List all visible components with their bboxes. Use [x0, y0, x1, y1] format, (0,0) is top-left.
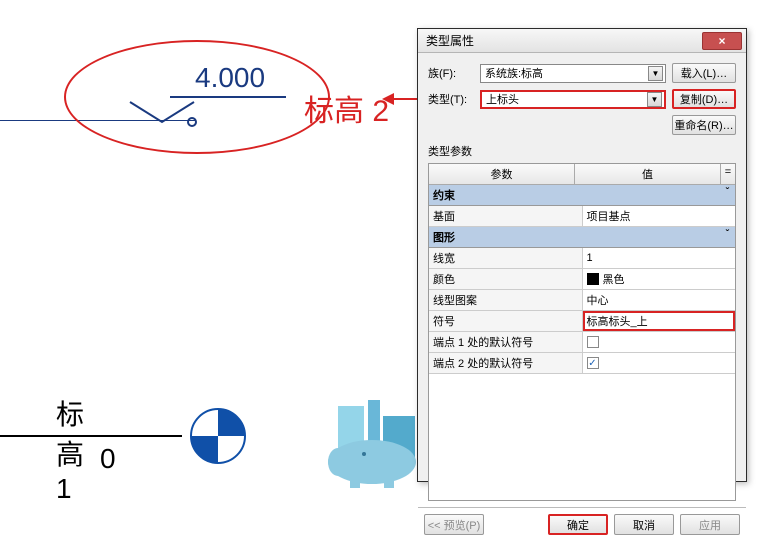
- row-label: 基面: [429, 206, 583, 226]
- header-param: 参数: [429, 164, 575, 184]
- annotation-ellipse: [64, 40, 330, 154]
- row-label: 符号: [429, 311, 583, 331]
- expand-icon: ˇ: [726, 187, 731, 203]
- table-row-base[interactable]: 基面 项目基点: [429, 206, 735, 227]
- row-label: 线宽: [429, 248, 583, 268]
- level1-marker-icon: [190, 408, 246, 469]
- type-label: 类型(T):: [428, 91, 474, 107]
- dialog-title: 类型属性: [426, 32, 702, 49]
- table-row-default2[interactable]: 端点 2 处的默认符号 ✓: [429, 353, 735, 374]
- cancel-button[interactable]: 取消: [614, 514, 674, 535]
- row-value[interactable]: 中心: [583, 290, 736, 310]
- row-value[interactable]: 黑色: [583, 269, 736, 289]
- row-value[interactable]: 标高标头_上: [583, 311, 736, 331]
- type-select[interactable]: 上标头 ▼: [480, 90, 666, 109]
- row-value[interactable]: [583, 332, 736, 352]
- table-row-default1[interactable]: 端点 1 处的默认符号: [429, 332, 735, 353]
- family-select[interactable]: 系统族:标高 ▼: [480, 64, 666, 83]
- category-graphics[interactable]: 图形 ˇ: [429, 227, 735, 248]
- header-eq: =: [721, 164, 735, 184]
- row-label: 端点 1 处的默认符号: [429, 332, 583, 352]
- close-icon: ×: [718, 34, 725, 48]
- copy-button[interactable]: 复制(D)…: [672, 89, 736, 109]
- checkbox-unchecked[interactable]: [587, 336, 599, 348]
- row-label: 端点 2 处的默认符号: [429, 353, 583, 373]
- table-row-color[interactable]: 颜色 黑色: [429, 269, 735, 290]
- rename-button[interactable]: 重命名(R)…: [672, 115, 736, 135]
- annotation-label: 标高 2: [304, 86, 389, 130]
- table-row-symbol[interactable]: 符号 标高标头_上: [429, 311, 735, 332]
- header-value: 值: [575, 164, 721, 184]
- dialog-titlebar[interactable]: 类型属性 ×: [418, 29, 746, 53]
- ok-button[interactable]: 确定: [548, 514, 608, 535]
- apply-button[interactable]: 应用: [680, 514, 740, 535]
- checkbox-checked[interactable]: ✓: [587, 357, 599, 369]
- row-label: 线型图案: [429, 290, 583, 310]
- preview-button[interactable]: << 预览(P): [424, 514, 484, 535]
- type-properties-dialog: 类型属性 × 族(F): 系统族:标高 ▼ 载入(L)… 类型(T): 上标头 …: [417, 28, 747, 482]
- level1-value: 0: [100, 443, 116, 475]
- row-value[interactable]: 1: [583, 248, 736, 268]
- color-swatch-icon: [587, 273, 599, 285]
- chevron-down-icon: ▼: [648, 66, 663, 81]
- family-label: 族(F):: [428, 65, 474, 81]
- color-name: 黑色: [603, 271, 625, 287]
- close-button[interactable]: ×: [702, 32, 742, 50]
- row-value[interactable]: 项目基点: [583, 206, 736, 226]
- table-row-lineweight[interactable]: 线宽 1: [429, 248, 735, 269]
- table-empty-area: [429, 374, 735, 500]
- type-value: 上标头: [486, 91, 519, 107]
- category-graphics-label: 图形: [433, 229, 455, 245]
- dialog-footer: << 预览(P) 确定 取消 应用: [418, 507, 746, 541]
- param-header: 参数 值 =: [429, 164, 735, 185]
- row-value[interactable]: ✓: [583, 353, 736, 373]
- expand-icon: ˇ: [726, 229, 731, 245]
- table-row-pattern[interactable]: 线型图案 中心: [429, 290, 735, 311]
- section-label: 类型参数: [428, 143, 736, 159]
- chevron-down-icon: ▼: [647, 92, 662, 107]
- family-value: 系统族:标高: [485, 65, 543, 81]
- category-constraint-label: 约束: [433, 187, 455, 203]
- category-constraint[interactable]: 约束 ˇ: [429, 185, 735, 206]
- load-button[interactable]: 载入(L)…: [672, 63, 736, 83]
- row-label: 颜色: [429, 269, 583, 289]
- level1-line: [0, 435, 182, 437]
- level1-label: 标高 1: [56, 393, 84, 505]
- param-table: 参数 值 = 约束 ˇ 基面 项目基点 图形 ˇ 线宽 1 颜色: [428, 163, 736, 501]
